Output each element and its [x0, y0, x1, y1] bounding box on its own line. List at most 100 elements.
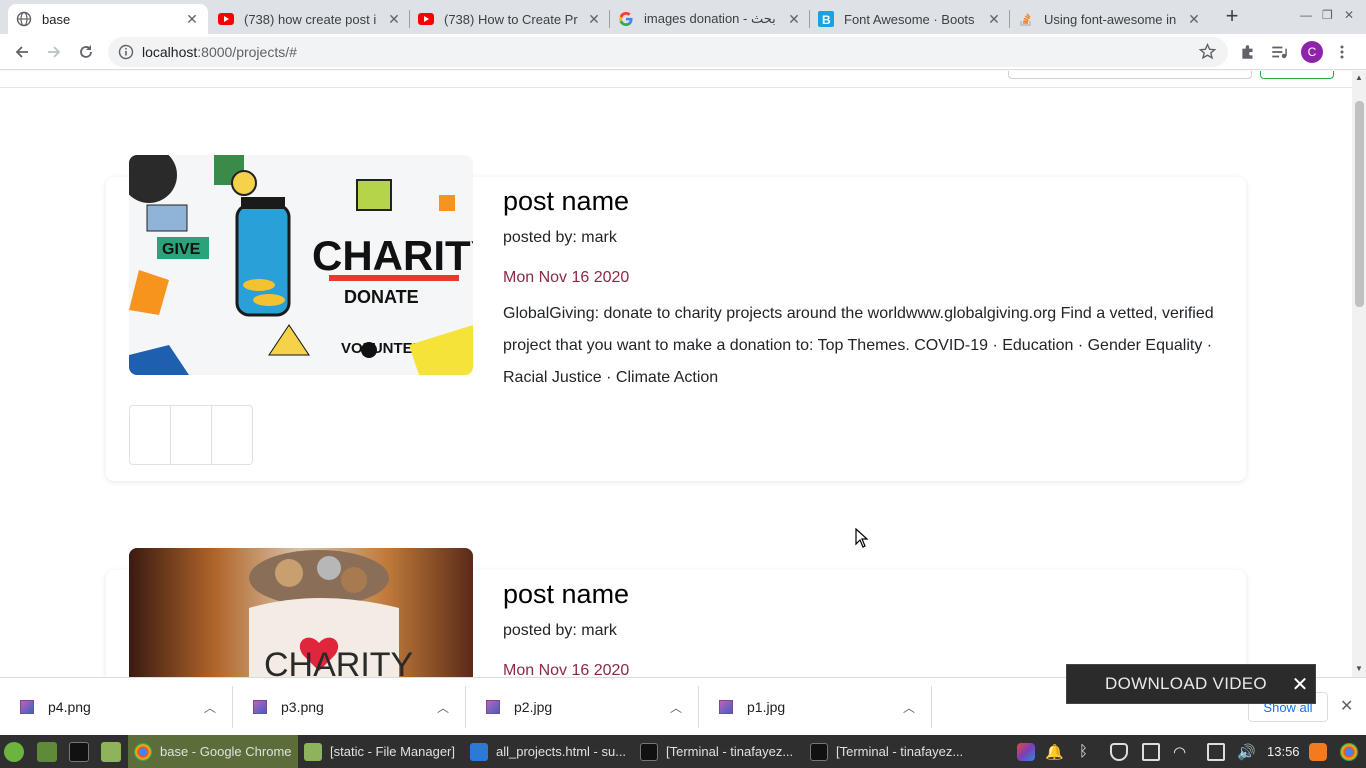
post-action-button-2[interactable] [171, 406, 212, 464]
scrollbar-thumb[interactable] [1355, 101, 1364, 307]
post-action-button-3[interactable] [212, 406, 252, 464]
scroll-up-arrow-icon[interactable]: ▲ [1355, 73, 1363, 82]
notification-bell-icon[interactable]: 🔔 [1045, 743, 1064, 761]
chevron-up-icon[interactable]: ︿ [202, 699, 218, 716]
terminal-launcher-icon[interactable] [69, 742, 89, 762]
tab-google-search[interactable]: images donation - بحث ✕ [610, 4, 810, 34]
bluetooth-icon[interactable]: ᛒ [1079, 743, 1097, 761]
scroll-down-arrow-icon[interactable]: ▼ [1355, 664, 1363, 673]
show-desktop-icon[interactable] [37, 742, 57, 762]
taskbar-window-file-manager[interactable]: [static - File Manager] [298, 735, 464, 768]
youtube-icon [418, 11, 434, 27]
download-item[interactable]: p3.png ︿ [233, 686, 466, 728]
shield-icon[interactable] [1110, 743, 1128, 761]
chrome-tray-icon[interactable] [1340, 743, 1358, 761]
close-tab-icon[interactable]: ✕ [1186, 11, 1202, 27]
minimize-icon[interactable]: — [1300, 8, 1312, 22]
close-tab-icon[interactable]: ✕ [184, 11, 200, 27]
close-tab-icon[interactable]: ✕ [986, 11, 1002, 27]
site-search-button[interactable] [1260, 71, 1334, 79]
tab-title: base [42, 11, 71, 27]
terminal-icon [640, 742, 658, 761]
image-file-icon [20, 700, 34, 714]
download-item[interactable]: p1.jpg ︿ [699, 686, 932, 728]
youtube-icon [218, 11, 234, 27]
restore-icon[interactable]: ❐ [1322, 8, 1333, 22]
volume-icon[interactable]: 🔊 [1237, 743, 1256, 761]
close-tab-icon[interactable]: ✕ [586, 11, 602, 27]
back-button[interactable] [11, 41, 33, 63]
chevron-up-icon[interactable]: ︿ [901, 699, 917, 716]
terminal-icon [810, 742, 828, 761]
site-navbar [0, 71, 1352, 88]
browser-toolbar: localhost :8000/projects/# [0, 34, 1366, 70]
wifi-icon[interactable]: ◠ [1173, 743, 1191, 761]
download-filename: p3.png [281, 699, 324, 715]
files-launcher-icon[interactable] [101, 742, 121, 762]
tab-title: Using font-awesome in [1044, 11, 1177, 27]
url-host: localhost [142, 44, 198, 60]
taskbar-window-vscode[interactable]: all_projects.html - su... [464, 735, 634, 768]
site-search-input[interactable] [1008, 71, 1252, 79]
media-queue-icon[interactable] [1270, 43, 1288, 61]
tab-youtube-1[interactable]: (738) how create post i ✕ [210, 4, 410, 34]
taskbar-window-terminal[interactable]: [Terminal - tinafayez... [634, 735, 804, 768]
menu-kebab-icon[interactable] [1334, 43, 1350, 61]
chrome-icon [134, 742, 152, 761]
new-tab-button[interactable]: + [1222, 5, 1242, 28]
update-manager-icon[interactable] [1142, 743, 1160, 761]
taskbar-window-terminal[interactable]: [Terminal - tinafayez... [804, 735, 974, 768]
tab-base[interactable]: base ✕ [8, 4, 208, 34]
post-title[interactable]: post name [503, 579, 629, 610]
tab-font-awesome[interactable]: B Font Awesome · Boots ✕ [810, 4, 1010, 34]
forward-button[interactable] [43, 41, 65, 63]
image-text-charity: CHARITY [312, 232, 473, 279]
taskbar-window-label: base - Google Chrome [160, 744, 292, 759]
taskbar-window-chrome[interactable]: base - Google Chrome [128, 735, 298, 768]
download-video-overlay[interactable]: DOWNLOAD VIDEO ✕ [1066, 664, 1316, 704]
post-image: CHARITY [129, 548, 473, 677]
close-overlay-icon[interactable]: ✕ [1285, 672, 1315, 697]
tab-title: (738) how create post i [244, 11, 377, 27]
clock[interactable]: 13:56 [1267, 744, 1300, 759]
close-tab-icon[interactable]: ✕ [386, 11, 402, 27]
google-icon [618, 11, 634, 27]
chevron-up-icon[interactable]: ︿ [435, 699, 451, 716]
arrow-right-icon [48, 46, 61, 58]
close-tab-icon[interactable]: ✕ [786, 11, 802, 27]
tab-title: (738) How to Create Pr [444, 11, 578, 27]
post-author: posted by: mark [503, 622, 617, 639]
url-path: :8000/projects/# [197, 44, 297, 60]
address-bar[interactable]: localhost :8000/projects/# [108, 37, 1228, 67]
post-title[interactable]: post name [503, 186, 629, 217]
download-video-label[interactable]: DOWNLOAD VIDEO [1067, 674, 1285, 694]
download-filename: p2.jpg [514, 699, 553, 715]
mint-menu-icon[interactable] [4, 742, 24, 762]
extensions-puzzle-icon[interactable] [1239, 43, 1257, 61]
clipboard-icon[interactable] [1207, 743, 1225, 761]
page-scrollbar[interactable]: ▲ ▼ [1352, 71, 1366, 677]
firefox-icon[interactable] [1309, 743, 1327, 761]
close-window-icon[interactable]: ✕ [1344, 8, 1354, 22]
bootstrap-icon: B [818, 11, 834, 27]
download-item[interactable]: p4.png ︿ [0, 686, 233, 728]
download-filename: p4.png [48, 699, 91, 715]
download-item[interactable]: p2.jpg ︿ [466, 686, 699, 728]
chevron-up-icon[interactable]: ︿ [668, 699, 684, 716]
taskbar-window-label: [Terminal - tinafayez... [666, 744, 794, 759]
close-shelf-icon[interactable]: ✕ [1340, 696, 1353, 716]
tab-stackoverflow[interactable]: Using font-awesome in ✕ [1010, 4, 1210, 34]
bookmark-star-icon[interactable] [1199, 43, 1216, 60]
folder-icon [304, 742, 322, 761]
image-text-give: GIVE [162, 241, 201, 258]
tab-youtube-2[interactable]: (738) How to Create Pr ✕ [410, 4, 610, 34]
app-tray-icon[interactable] [1017, 743, 1035, 761]
post-action-button-1[interactable] [130, 406, 171, 464]
image-text-charity: CHARITY [264, 646, 413, 677]
profile-avatar[interactable]: C [1301, 41, 1323, 63]
reload-button[interactable] [75, 41, 97, 63]
arrow-left-icon [15, 46, 28, 58]
mouse-cursor-icon [855, 528, 869, 548]
info-icon[interactable] [118, 44, 134, 60]
tab-title: images donation - بحث [644, 11, 776, 26]
